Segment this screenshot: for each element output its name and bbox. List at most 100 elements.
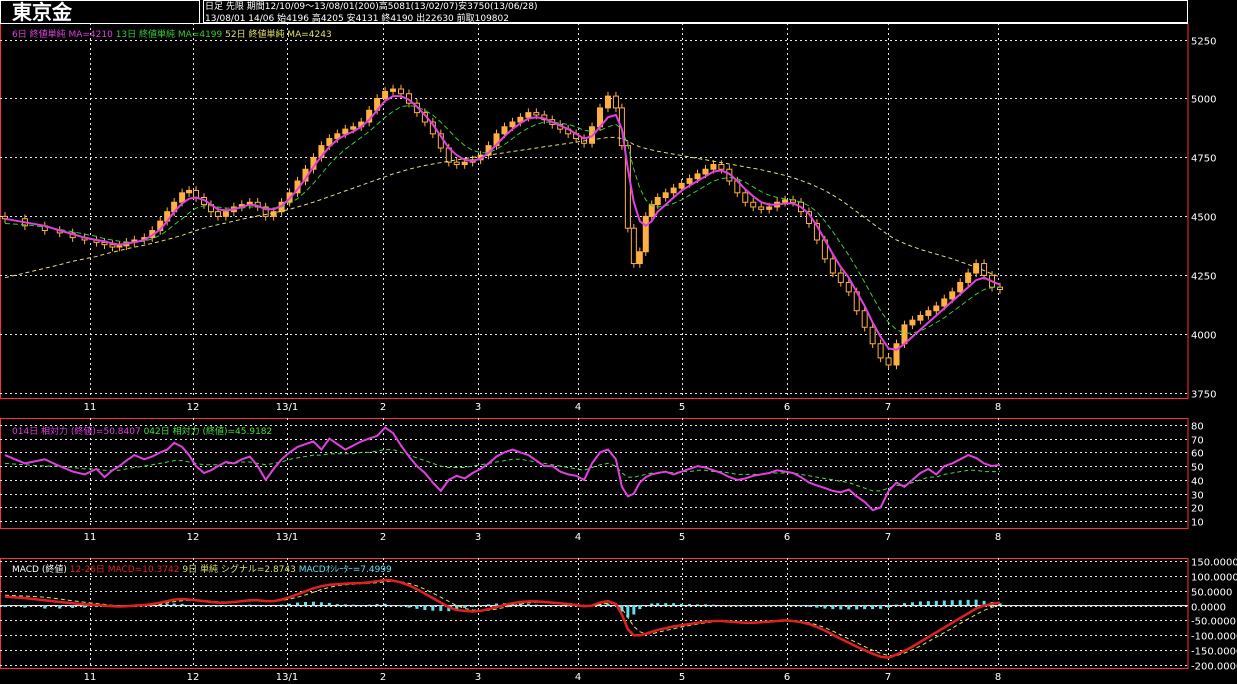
panel-frame-0 bbox=[0, 23, 1189, 399]
x-tick-label: 2 bbox=[380, 532, 386, 543]
candle-body bbox=[636, 251, 643, 265]
candle-body bbox=[398, 88, 405, 95]
y-tick-label: 4250 bbox=[1191, 272, 1216, 283]
candle-body bbox=[750, 201, 757, 208]
x-tick-label: 2 bbox=[380, 402, 386, 413]
x-tick-label: 8 bbox=[995, 532, 1001, 543]
y-tick-label: 30 bbox=[1191, 491, 1204, 502]
x-tick-label: 12 bbox=[187, 672, 200, 683]
y-tick-label: 50 bbox=[1191, 463, 1204, 474]
y-tick-label: -50.0000 bbox=[1191, 617, 1236, 628]
y-tick-label: 4750 bbox=[1191, 154, 1216, 165]
futures-chart: 11 12 13/1 2 3 4 5 6 7 8 11 12 13/1 2 3 4 5 6 7 8 11 12 13/1 2 3… bbox=[0, 23, 1237, 683]
candle-body bbox=[501, 126, 508, 135]
x-tick-label: 6 bbox=[784, 532, 790, 543]
x-tick-label: 3 bbox=[475, 532, 481, 543]
x-tick-label: 11 bbox=[84, 532, 97, 543]
y-tick-label: 80 bbox=[1191, 422, 1204, 433]
candle-body bbox=[509, 121, 516, 128]
y-tick-label: -150.0000 bbox=[1191, 647, 1237, 658]
legend-oscillator: MACDｵｼﾚｰﾀｰ=7.4999 bbox=[298, 565, 392, 575]
candle-body bbox=[648, 204, 655, 217]
candle-body bbox=[766, 206, 773, 210]
candle-body bbox=[461, 161, 468, 166]
legend-ma6: 6日 終値単純 MA=4210 bbox=[12, 30, 113, 40]
y-tick-label: 0.0000 bbox=[1191, 603, 1226, 614]
y-tick-label: 4000 bbox=[1191, 331, 1216, 342]
y-tick-label: 60 bbox=[1191, 449, 1204, 460]
candle-body bbox=[525, 112, 532, 118]
chart-title: 東京金 bbox=[12, 0, 72, 24]
candle-body bbox=[453, 161, 460, 166]
candle-body bbox=[909, 319, 916, 326]
candle-body bbox=[893, 343, 900, 366]
legend-row-rsi: 014日 相対力 (終値)=50.8407 042日 相対力 (終値)=45.9… bbox=[12, 424, 272, 437]
x-tick-label: 5 bbox=[679, 532, 685, 543]
candle-body bbox=[342, 128, 349, 135]
y-tick-label: -100.0000 bbox=[1191, 632, 1237, 643]
candle-body bbox=[533, 112, 540, 116]
x-tick-label: 13/1 bbox=[276, 672, 298, 683]
legend-rsi42: 042日 相対力 (終値)=45.9182 bbox=[143, 427, 273, 437]
candle-body bbox=[861, 310, 868, 328]
x-tick-label: 7 bbox=[885, 402, 891, 413]
candle-body bbox=[782, 199, 789, 203]
x-tick-label: 4 bbox=[575, 402, 581, 413]
legend-row-macd: MACD (終値) 12-26日 MACD=10.3742 9日 単純 シグナル… bbox=[12, 562, 392, 575]
x-tick-label: 2 bbox=[380, 672, 386, 683]
candle-body bbox=[630, 227, 637, 265]
candle-body bbox=[877, 343, 884, 359]
candle-body bbox=[957, 281, 964, 293]
candle-body bbox=[829, 258, 836, 274]
x-tick-label: 13/1 bbox=[276, 532, 298, 543]
ma52-line bbox=[4, 136, 1001, 279]
candle-body bbox=[941, 298, 948, 307]
candle-body bbox=[186, 189, 193, 194]
legend-macd-line: 12-26日 MACD=10.3742 bbox=[69, 565, 180, 575]
candle-body bbox=[678, 182, 685, 189]
y-tick-label: 3750 bbox=[1191, 390, 1216, 401]
x-tick-label: 13/1 bbox=[276, 402, 298, 413]
candle-body bbox=[270, 211, 277, 217]
legend-rsi14: 014日 相対力 (終値)=50.8407 bbox=[12, 427, 141, 437]
candle-body bbox=[390, 88, 397, 92]
x-tick-label: 8 bbox=[995, 672, 1001, 683]
candle-body bbox=[837, 272, 844, 283]
candle-body bbox=[642, 215, 649, 253]
candle-body bbox=[885, 357, 892, 366]
candle-body bbox=[845, 281, 852, 293]
x-tick-label: 3 bbox=[475, 402, 481, 413]
candle-body bbox=[214, 211, 221, 217]
candle-body bbox=[702, 168, 709, 175]
y-tick-label: 100.0000 bbox=[1191, 573, 1237, 584]
y-tick-label: 20 bbox=[1191, 504, 1204, 515]
candle-body bbox=[742, 192, 749, 203]
y-tick-label: 40 bbox=[1191, 477, 1204, 488]
x-tick-label: 11 bbox=[84, 672, 97, 683]
candle-body bbox=[654, 197, 661, 206]
candle-body bbox=[222, 211, 229, 217]
x-tick-label: 12 bbox=[187, 532, 200, 543]
x-tick-label: 6 bbox=[784, 402, 790, 413]
candle-body bbox=[116, 245, 123, 248]
y-tick-label: -200.0000 bbox=[1191, 662, 1237, 673]
candle-body bbox=[662, 192, 669, 199]
x-tick-label: 7 bbox=[885, 532, 891, 543]
y-tick-label: 5000 bbox=[1191, 95, 1216, 106]
y-tick-label: 10 bbox=[1191, 518, 1204, 529]
candle-body bbox=[965, 272, 972, 283]
candle-body bbox=[612, 95, 619, 109]
candle-body bbox=[604, 95, 611, 109]
candle-body bbox=[694, 173, 701, 180]
x-tick-label: 6 bbox=[784, 672, 790, 683]
x-tick-label: 5 bbox=[679, 672, 685, 683]
candle-body bbox=[350, 126, 357, 130]
candle-body bbox=[193, 189, 200, 199]
y-tick-label: 5250 bbox=[1191, 37, 1216, 48]
x-tick-label: 4 bbox=[575, 532, 581, 543]
x-tick-label: 4 bbox=[575, 672, 581, 683]
candle-body bbox=[758, 206, 765, 210]
candle-body bbox=[670, 187, 677, 194]
candle-body bbox=[109, 244, 116, 248]
y-tick-label: 50.0000 bbox=[1191, 588, 1232, 599]
